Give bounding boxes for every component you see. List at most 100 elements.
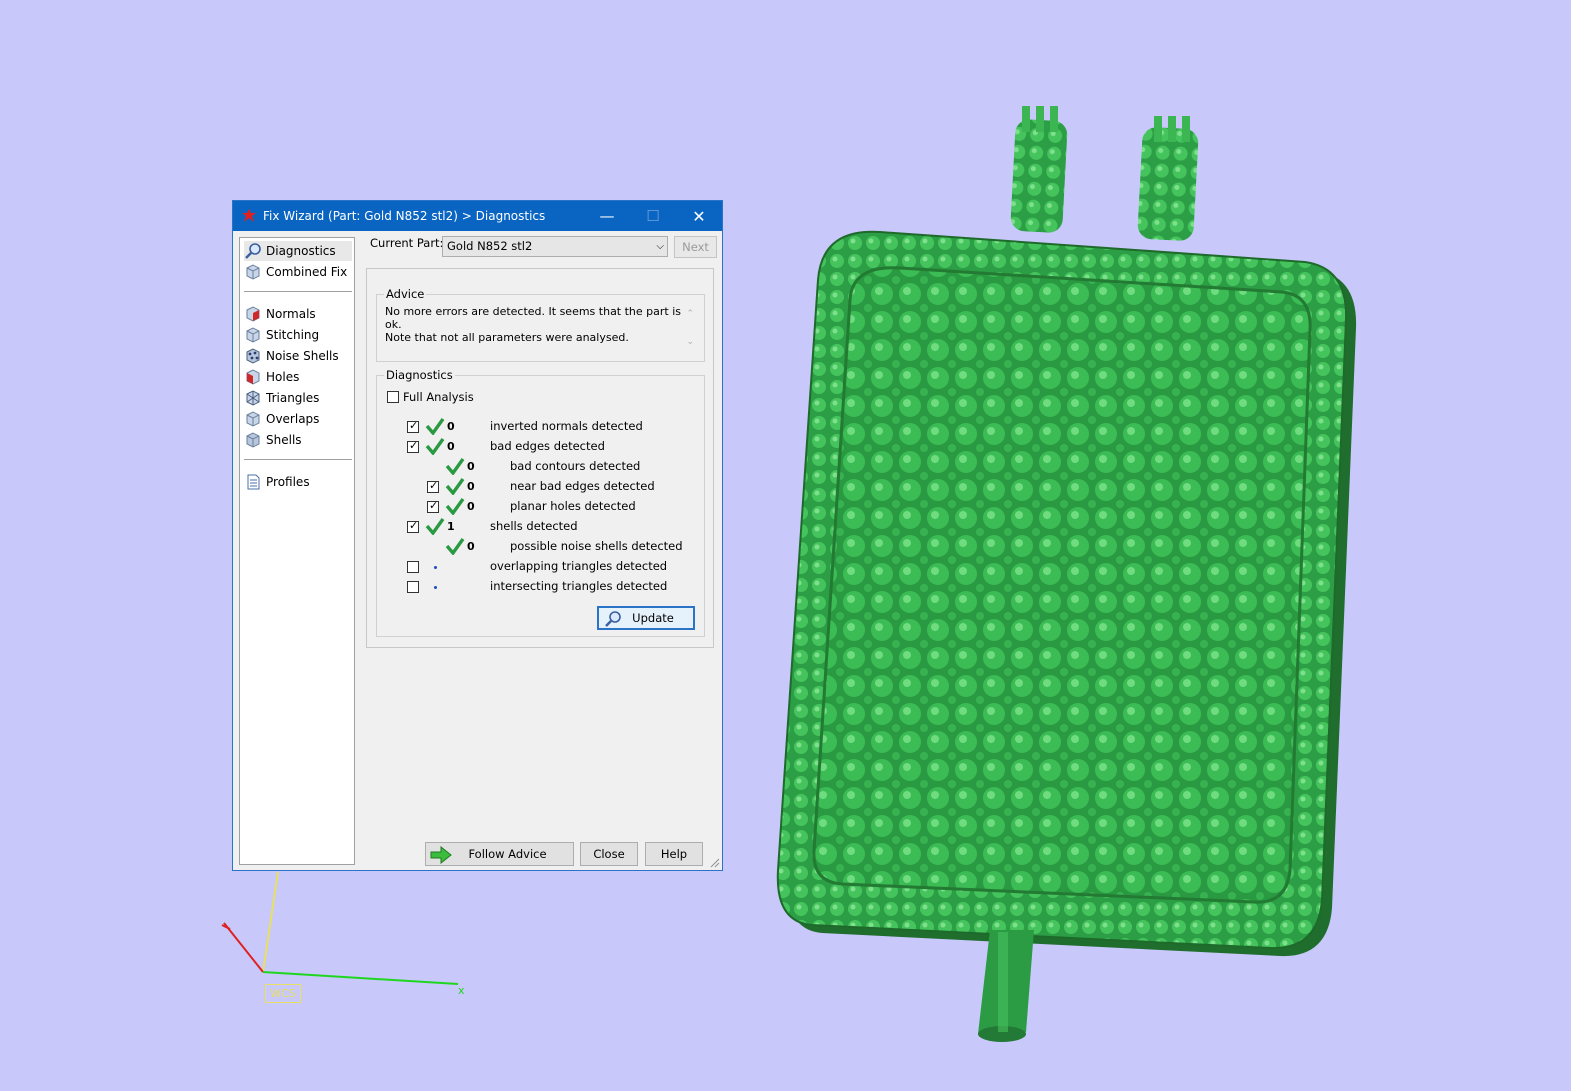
nav-separator (244, 459, 352, 460)
follow-advice-button[interactable]: Follow Advice (425, 842, 574, 866)
near-bad-edges-count: 0 (467, 480, 475, 493)
planar-holes-count: 0 (467, 500, 475, 513)
bad-contours-label: bad contours detected (510, 459, 641, 473)
current-part-select[interactable]: Gold N852 stl2 ⌵ (442, 236, 668, 257)
follow-advice-label: Follow Advice (468, 847, 547, 861)
nav-item-combined-fix[interactable]: Combined Fix (244, 262, 352, 282)
nav-label: Triangles (266, 391, 320, 405)
nav-label: Normals (266, 307, 316, 321)
update-label: Update (632, 611, 674, 625)
magnifier-icon (605, 611, 621, 627)
nav-item-noise-shells[interactable]: Noise Shells (244, 346, 352, 366)
close-window-button[interactable]: ✕ (676, 201, 722, 231)
not-analysed-dot-icon (434, 566, 437, 569)
next-button[interactable]: Next (674, 236, 717, 258)
triangles-cube-icon (246, 390, 260, 406)
advice-line-2: Note that not all parameters were analys… (385, 331, 629, 344)
overlaps-cube-icon (246, 411, 260, 427)
ok-check-icon (445, 538, 465, 555)
noise-shells-label: possible noise shells detected (510, 539, 683, 553)
noise-shells-count: 0 (467, 540, 475, 553)
scroll-up-icon[interactable]: ⌃ (686, 309, 694, 319)
ok-check-icon (445, 478, 465, 495)
nav-item-profiles[interactable]: Profiles (244, 472, 352, 492)
ok-check-icon (445, 498, 465, 515)
bad-edges-label: bad edges detected (490, 439, 605, 453)
inverted-normals-label: inverted normals detected (490, 419, 643, 433)
nav-label: Diagnostics (266, 244, 336, 258)
nav-item-triangles[interactable]: Triangles (244, 388, 352, 408)
nav-label: Noise Shells (266, 349, 339, 363)
bad-contours-count: 0 (467, 460, 475, 473)
arrow-right-icon (430, 846, 452, 864)
title-bar[interactable]: Fix Wizard (Part: Gold N852 stl2) > Diag… (233, 201, 722, 231)
advice-group: Advice No more errors are detected. It s… (376, 287, 705, 362)
cube-icon (246, 264, 260, 280)
nav-item-shells[interactable]: Shells (244, 430, 352, 450)
intersecting-triangles-label: intersecting triangles detected (490, 579, 668, 593)
close-button[interactable]: Close (580, 842, 638, 866)
advice-text: No more errors are detected. It seems th… (385, 305, 685, 353)
near-bad-edges-label: near bad edges detected (510, 479, 655, 493)
bad-edges-checkbox[interactable]: ✓ (407, 439, 419, 453)
nav-label: Stitching (266, 328, 320, 342)
normals-cube-icon (246, 306, 260, 322)
shells-label: shells detected (490, 519, 578, 533)
ok-check-icon (425, 438, 445, 455)
fix-wizard-window: Fix Wizard (Part: Gold N852 stl2) > Diag… (232, 200, 723, 871)
nav-label: Profiles (266, 475, 310, 489)
current-part-label: Current Part: (370, 236, 444, 250)
stitching-cube-icon (246, 327, 260, 343)
nav-label: Holes (266, 370, 300, 384)
chevron-down-icon: ⌵ (656, 241, 664, 252)
shells-cube-icon (246, 432, 260, 448)
nav-item-diagnostics[interactable]: Diagnostics (244, 241, 352, 261)
overlapping-triangles-label: overlapping triangles detected (490, 559, 668, 573)
inverted-normals-count: 0 (447, 420, 455, 433)
overlapping-triangles-checkbox[interactable] (407, 561, 419, 573)
ok-check-icon (445, 458, 465, 475)
ok-check-icon (425, 518, 445, 535)
minimize-button[interactable]: — (584, 201, 630, 231)
nav-item-stitching[interactable]: Stitching (244, 325, 352, 345)
x-axis-label: x (458, 984, 465, 997)
advice-line-1: No more errors are detected. It seems th… (385, 305, 682, 331)
advice-legend: Advice (384, 287, 427, 301)
shells-count: 1 (447, 520, 455, 533)
nav-item-holes[interactable]: Holes (244, 367, 352, 387)
nav-separator (244, 291, 352, 292)
near-bad-edges-checkbox[interactable]: ✓ (427, 479, 439, 493)
planar-holes-label: planar holes detected (510, 499, 636, 513)
current-part-value: Gold N852 stl2 (447, 239, 533, 253)
help-button[interactable]: Help (645, 842, 703, 866)
magnifier-icon (245, 243, 261, 259)
resize-grip-icon[interactable] (710, 858, 720, 868)
inverted-normals-checkbox[interactable]: ✓ (407, 419, 419, 433)
holes-cube-icon (246, 369, 260, 385)
nav-item-normals[interactable]: Normals (244, 304, 352, 324)
bad-edges-count: 0 (447, 440, 455, 453)
ok-check-icon (425, 418, 445, 435)
model-mesh[interactable] (776, 106, 1357, 1042)
full-analysis-label: Full Analysis (403, 390, 474, 404)
shells-checkbox[interactable]: ✓ (407, 519, 419, 533)
nav-item-overlaps[interactable]: Overlaps (244, 409, 352, 429)
nav-label: Shells (266, 433, 302, 447)
diagnostics-panel: Advice No more errors are detected. It s… (366, 268, 714, 648)
profiles-document-icon (247, 474, 260, 490)
not-analysed-dot-icon (434, 586, 437, 589)
nav-label: Overlaps (266, 412, 320, 426)
intersecting-triangles-checkbox[interactable] (407, 581, 419, 593)
nav-label: Combined Fix (266, 265, 348, 279)
wizard-nav-panel: Diagnostics Combined Fix Normals Stitchi… (239, 237, 355, 865)
fix-wizard-app-icon (242, 209, 256, 222)
full-analysis-checkbox[interactable] (387, 391, 399, 403)
diagnostics-legend: Diagnostics (384, 368, 455, 382)
scroll-down-icon[interactable]: ⌄ (686, 337, 694, 347)
planar-holes-checkbox[interactable]: ✓ (427, 499, 439, 513)
diagnostics-group: Diagnostics Full Analysis ✓ 0 inverted n… (376, 368, 705, 637)
update-button[interactable]: Update (597, 606, 695, 630)
maximize-button[interactable]: ☐ (630, 201, 676, 231)
noise-shells-icon (246, 348, 260, 364)
wcs-axes (221, 871, 459, 985)
